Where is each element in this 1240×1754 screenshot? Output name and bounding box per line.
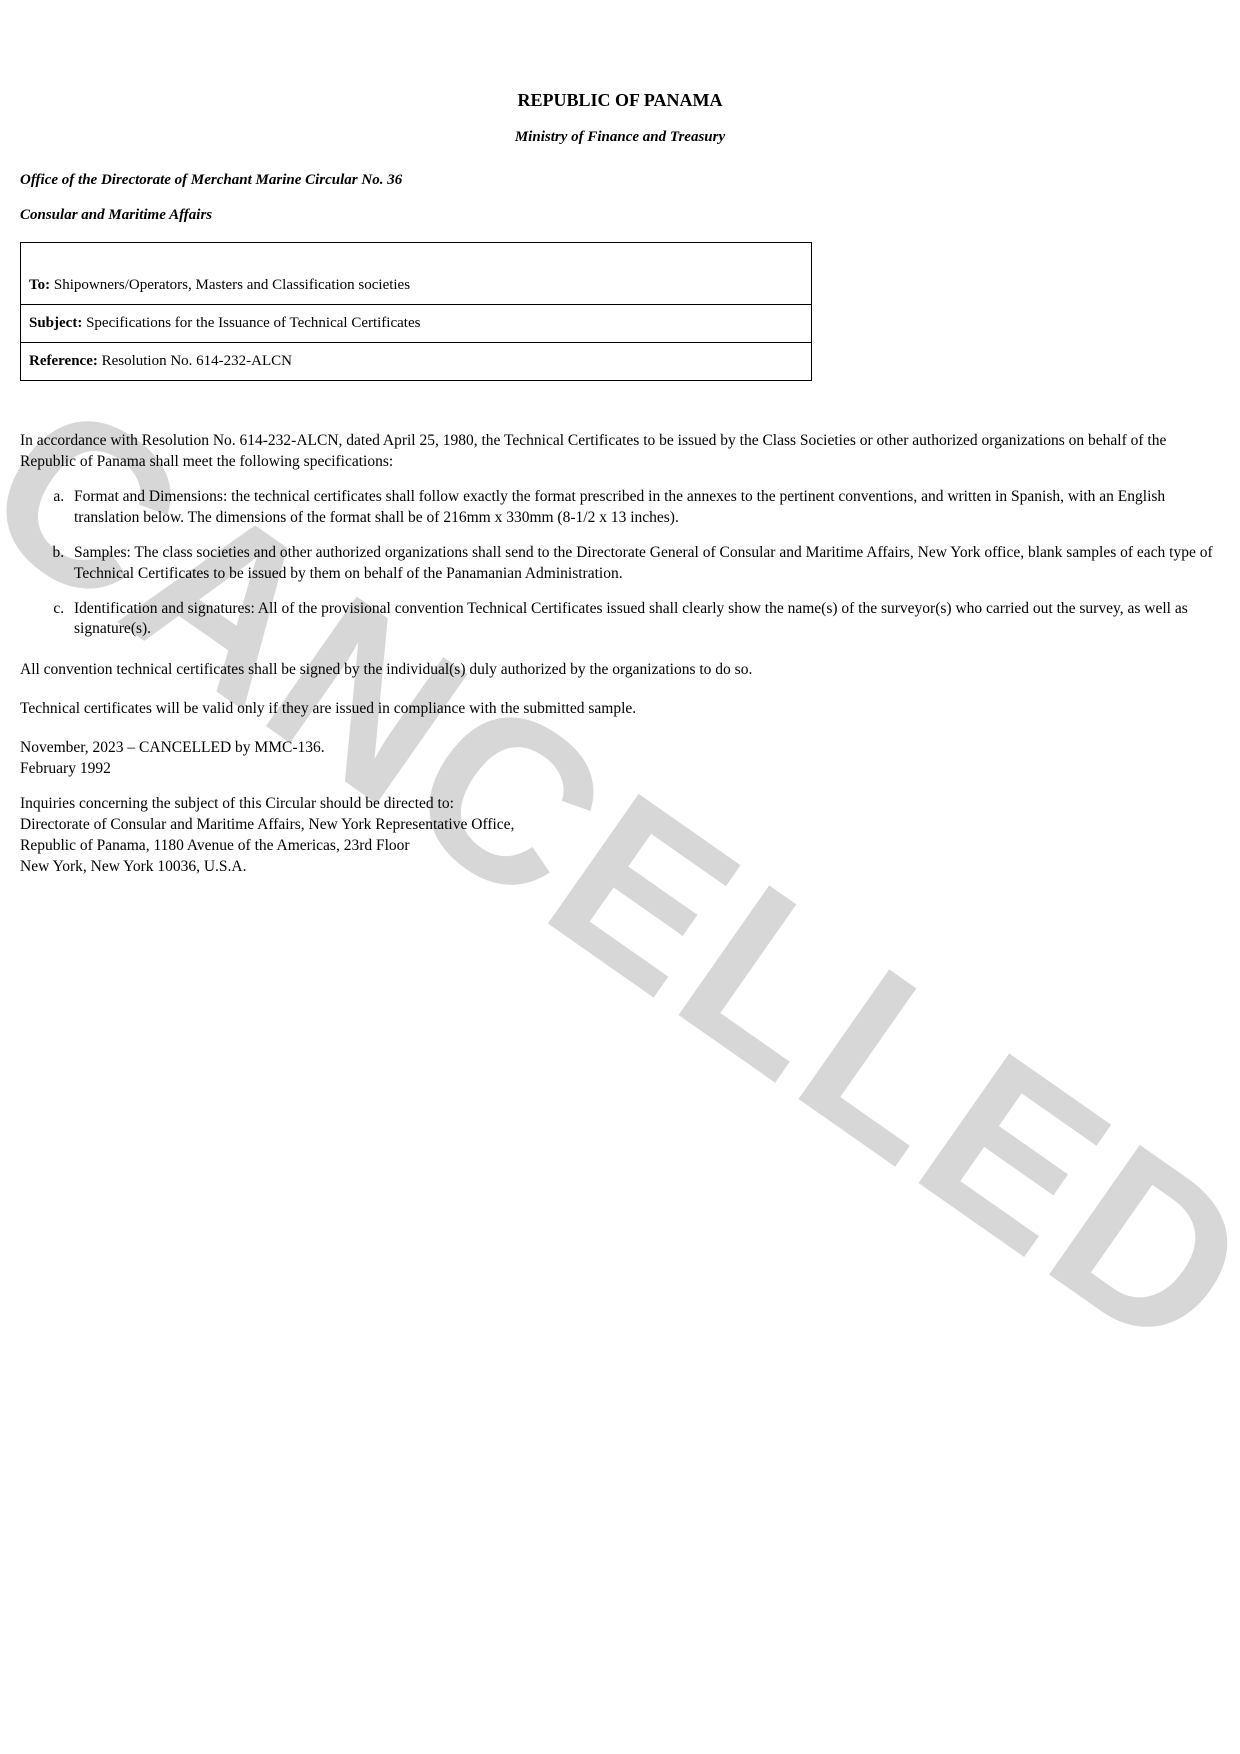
document-subtitle: Ministry of Finance and Treasury <box>20 129 1220 146</box>
office-line: Office of the Directorate of Merchant Ma… <box>20 172 1220 189</box>
cancelled-line: November, 2023 – CANCELLED by MMC-136. <box>20 738 1220 759</box>
document-content: REPUBLIC OF PANAMA Ministry of Finance a… <box>20 90 1220 878</box>
to-row: To: Shipowners/Operators, Masters and Cl… <box>21 243 811 304</box>
subject-value: Specifications for the Issuance of Techn… <box>82 315 420 331</box>
reference-value: Resolution No. 614-232-ALCN <box>98 353 292 369</box>
inquiries-line-3: Republic of Panama, 1180 Avenue of the A… <box>20 836 1220 857</box>
document-title: REPUBLIC OF PANAMA <box>20 90 1220 111</box>
spec-item-b: Samples: The class societies and other a… <box>68 543 1220 585</box>
issued-line: February 1992 <box>20 759 1220 780</box>
spec-item-c: Identification and signatures: All of th… <box>68 599 1220 641</box>
specification-list: Format and Dimensions: the technical cer… <box>20 487 1220 641</box>
inquiries-line-4: New York, New York 10036, U.S.A. <box>20 857 1220 878</box>
spec-item-a: Format and Dimensions: the technical cer… <box>68 487 1220 529</box>
subject-label: Subject: <box>29 315 82 331</box>
reference-row: Reference: Resolution No. 614-232-ALCN <box>21 342 811 380</box>
intro-paragraph: In accordance with Resolution No. 614-23… <box>20 431 1220 473</box>
subject-row: Subject: Specifications for the Issuance… <box>21 304 811 342</box>
valid-paragraph: Technical certificates will be valid onl… <box>20 699 1220 720</box>
dates-block: November, 2023 – CANCELLED by MMC-136. F… <box>20 738 1220 780</box>
inquiries-line-1: Inquiries concerning the subject of this… <box>20 794 1220 815</box>
signed-paragraph: All convention technical certificates sh… <box>20 660 1220 681</box>
affairs-line: Consular and Maritime Affairs <box>20 207 1220 224</box>
inquiries-line-2: Directorate of Consular and Maritime Aff… <box>20 815 1220 836</box>
to-label: To: <box>29 277 50 293</box>
reference-label: Reference: <box>29 353 98 369</box>
inquiries-block: Inquiries concerning the subject of this… <box>20 794 1220 878</box>
header-box: To: Shipowners/Operators, Masters and Cl… <box>20 242 812 381</box>
to-value: Shipowners/Operators, Masters and Classi… <box>50 277 410 293</box>
